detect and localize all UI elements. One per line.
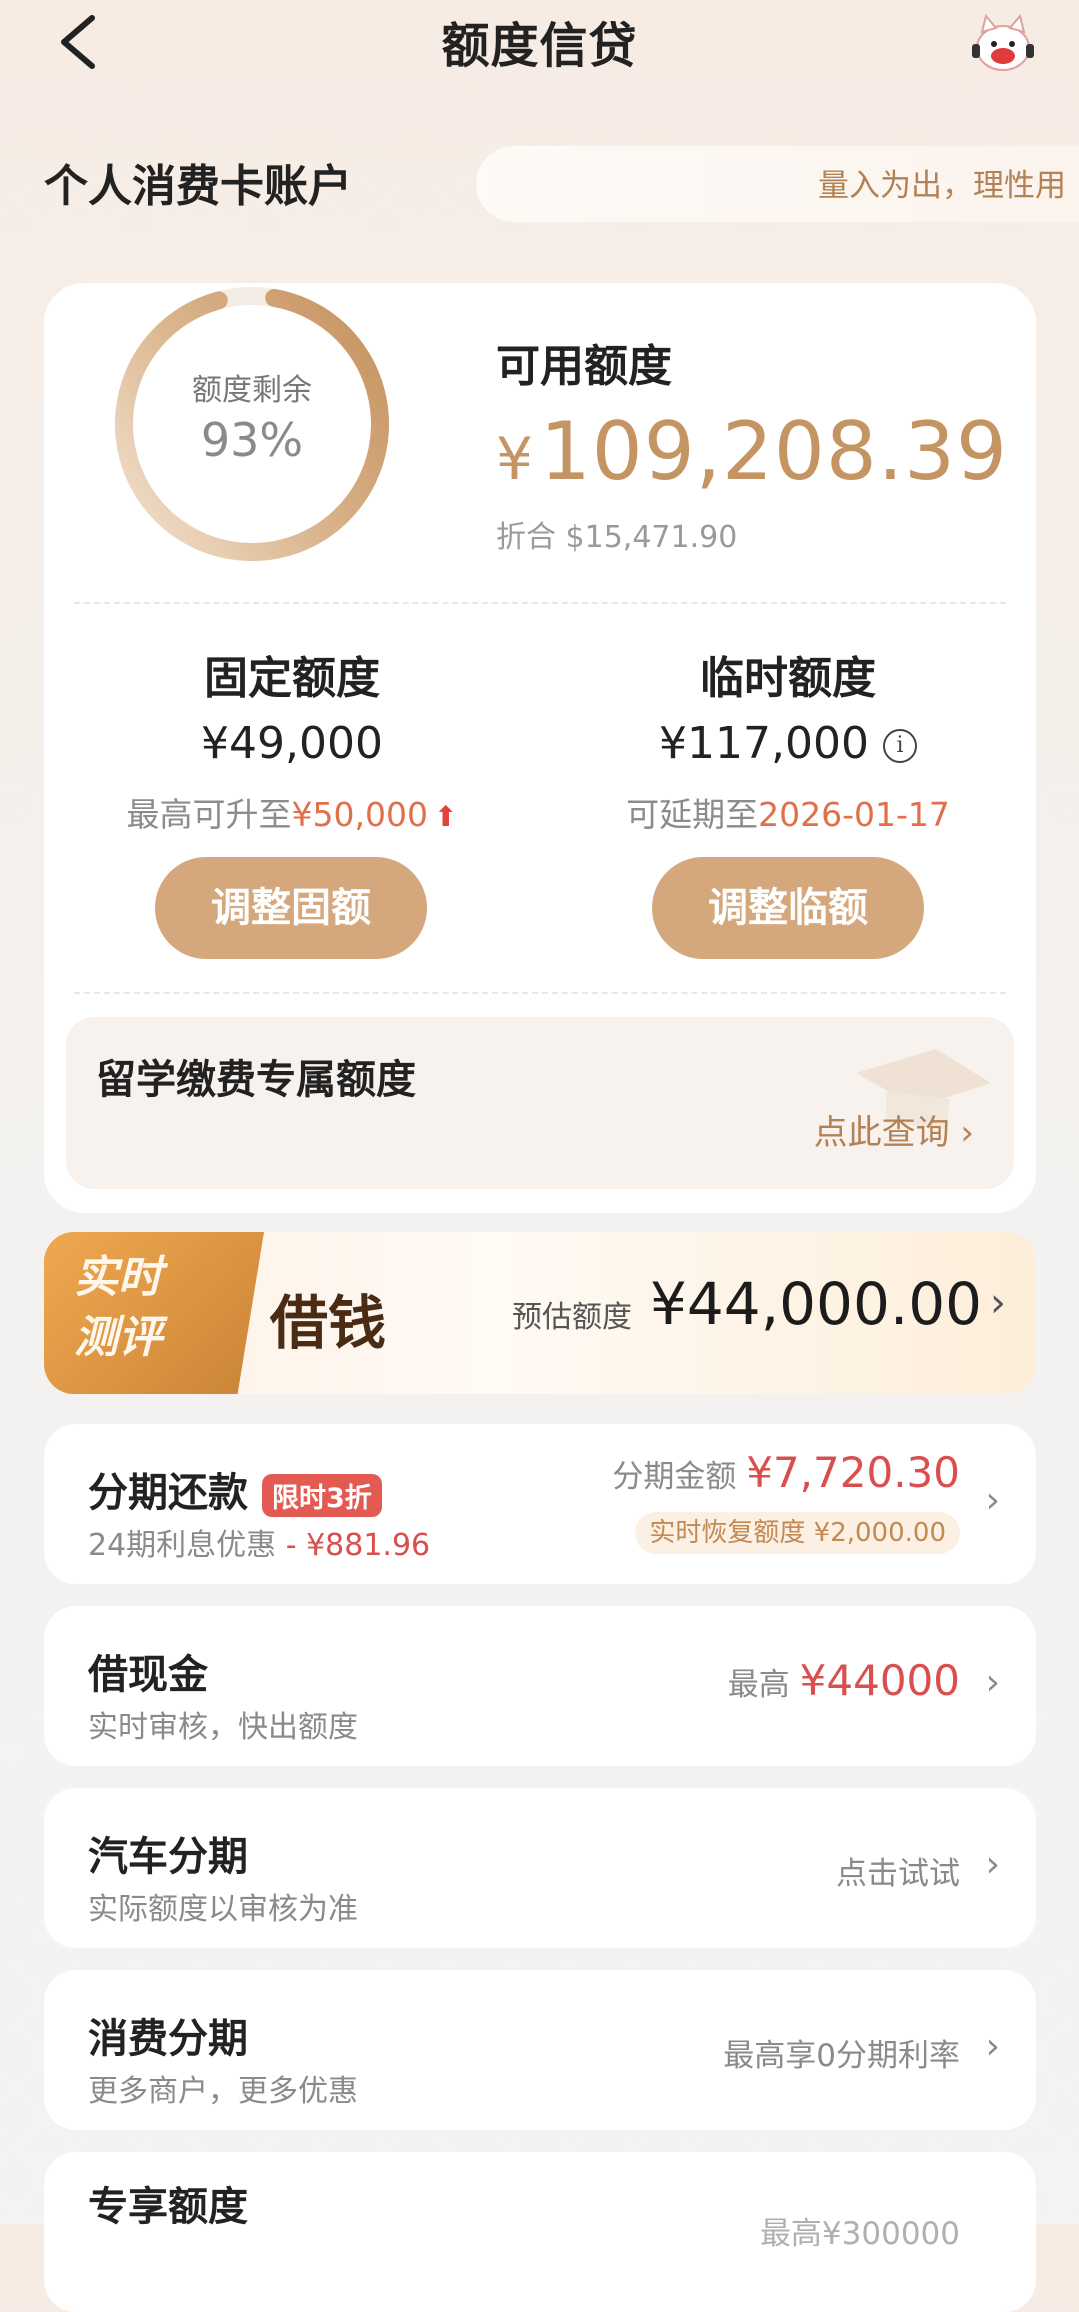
cash-loan-sub: 实时审核，快出额度 <box>88 1710 358 1745</box>
installment-sub-value: - ¥881.96 <box>276 1528 431 1563</box>
car-installment-card[interactable]: 汽车分期 实际额度以审核为准 点击试试 › <box>44 1788 1036 1948</box>
study-abroad-link[interactable]: 点此查询 › <box>814 1105 974 1154</box>
fixed-credit-amount: ¥49,000 <box>201 718 383 769</box>
installment-sub: 24期利息优惠 - ¥881.96 <box>88 1520 430 1564</box>
adjust-temp-button[interactable]: 调整临额 <box>652 857 924 959</box>
discount-badge: 限时3折 <box>262 1473 382 1517</box>
chevron-right-icon: › <box>949 1113 974 1153</box>
mascot-avatar-icon[interactable] <box>968 12 1038 76</box>
installment-card[interactable]: 分期还款 限时3折 24期利息优惠 - ¥881.96 分期金额 ¥7,720.3… <box>44 1424 1036 1584</box>
exclusive-credit-title: 专享额度 <box>88 2184 248 2230</box>
car-installment-title: 汽车分期 <box>88 1834 248 1880</box>
fixed-max-prefix: 最高可升至 <box>126 795 292 834</box>
chevron-right-icon: › <box>985 2026 1000 2067</box>
consumer-installment-rate: 最高享0分期利率 <box>723 2038 960 2074</box>
recover-credit: 实时恢复额度 ¥2,000.00 <box>635 1512 960 1554</box>
estimate-label: 预估额度 <box>512 1300 632 1335</box>
temp-credit-amount-value: ¥117,000 <box>659 718 869 769</box>
currency-symbol: ¥ <box>496 425 534 493</box>
ring-label: 额度剩余 <box>192 373 312 408</box>
chevron-right-icon: › <box>990 1280 1006 1326</box>
available-amount: ¥109,208.39 <box>496 405 1008 498</box>
exclusive-credit-max: 最高¥300000 <box>759 2216 960 2252</box>
installment-amount-label: 分期金额 <box>612 1459 737 1495</box>
study-abroad-credit-card[interactable]: 留学缴费专属额度 点此查询 › <box>66 1017 1014 1189</box>
estimate-amount: ¥44,000.00 <box>650 1270 983 1338</box>
temp-extend-date: 2026-01-17 <box>758 795 950 834</box>
installment-amount-value: ¥7,720.30 <box>746 1448 960 1497</box>
cash-loan-title: 借现金 <box>88 1652 208 1698</box>
car-installment-sub: 实际额度以审核为准 <box>88 1892 358 1927</box>
info-icon[interactable]: i <box>882 729 917 763</box>
consumer-installment-sub: 更多商户，更多优惠 <box>88 2074 358 2109</box>
cash-loan-max-value: ¥44000 <box>799 1656 960 1705</box>
slogan-text: 量入为出，理性用 <box>818 168 1066 204</box>
realtime-eval-text: 实时 测评 <box>74 1248 162 1368</box>
cash-loan-max: 最高 ¥44000 <box>728 1656 960 1705</box>
fixed-credit-title: 固定额度 <box>204 653 380 704</box>
chevron-right-icon: › <box>985 1480 1000 1521</box>
temp-credit-amount: ¥117,000 i <box>578 718 998 769</box>
chevron-right-icon: › <box>985 1662 1000 1703</box>
study-abroad-link-text: 点此查询 <box>813 1113 950 1153</box>
installment-amount: 分期金额 ¥7,720.30 <box>612 1448 960 1497</box>
page-title: 额度信贷 <box>441 18 638 74</box>
adjust-fixed-button[interactable]: 调整固额 <box>155 857 427 959</box>
consumer-installment-title: 消费分期 <box>88 2016 248 2062</box>
fixed-credit-max: 最高可升至¥50,000 ⬆ <box>82 788 502 836</box>
installment-sub-prefix: 24期利息优惠 <box>88 1528 277 1563</box>
chevron-right-icon: › <box>985 1844 1000 1885</box>
account-title: 个人消费卡账户 <box>44 161 352 212</box>
installment-title-text: 分期还款 <box>88 1470 248 1516</box>
tag-line-1: 实时 <box>74 1252 162 1303</box>
loan-title: 借钱 <box>270 1289 387 1357</box>
available-amount-value: 109,208.39 <box>539 405 1008 498</box>
divider <box>74 992 1006 994</box>
consumer-installment-card[interactable]: 消费分期 更多商户，更多优惠 最高享0分期利率 › <box>44 1970 1036 2130</box>
fixed-max-value: ¥50,000 <box>291 795 428 834</box>
installment-title: 分期还款 限时3折 <box>88 1460 382 1518</box>
cash-loan-max-label: 最高 <box>727 1667 790 1703</box>
divider <box>74 602 1006 604</box>
cash-loan-card[interactable]: 借现金 实时审核，快出额度 最高 ¥44000 › <box>44 1606 1036 1766</box>
temp-extend-prefix: 可延期至 <box>626 795 759 834</box>
up-arrow-icon: ⬆ <box>434 800 458 833</box>
temp-credit-extend: 可延期至2026-01-17 <box>578 788 998 836</box>
converted-amount: 折合 $15,471.90 <box>496 520 738 555</box>
slogan-link[interactable]: 量入为出，理性用 › <box>476 146 1079 222</box>
exclusive-credit-card[interactable]: 专享额度 最高¥300000 <box>44 2152 1036 2312</box>
available-label: 可用额度 <box>496 341 672 392</box>
temp-credit-title: 临时额度 <box>700 653 876 704</box>
study-abroad-title: 留学缴费专属额度 <box>96 1057 416 1103</box>
car-installment-action: 点击试试 <box>836 1856 960 1892</box>
ring-value: 93% <box>200 413 304 467</box>
recover-credit-pill: 实时恢复额度 ¥2,000.00 <box>635 1512 960 1554</box>
tag-line-2: 测评 <box>74 1312 162 1363</box>
loan-banner[interactable]: 实时 测评 借钱 预估额度 ¥44,000.00 › <box>44 1232 1036 1394</box>
